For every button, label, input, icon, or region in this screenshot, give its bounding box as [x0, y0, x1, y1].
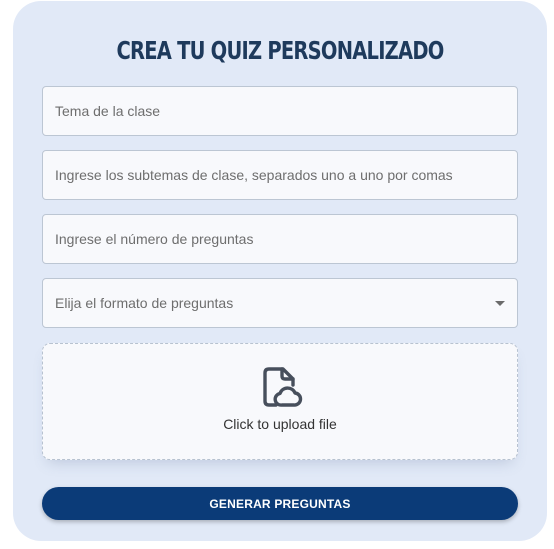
question-count-input-placeholder: Ingrese el número de preguntas — [55, 231, 254, 247]
question-format-select-placeholder: Elija el formato de preguntas — [55, 295, 234, 311]
quiz-form-card: CREA TU QUIZ PERSONALIZADO Tema de la cl… — [13, 1, 547, 541]
topic-input[interactable]: Tema de la clase — [42, 86, 518, 136]
file-upload-dropzone[interactable]: Click to upload file — [42, 343, 518, 460]
chevron-down-icon — [495, 301, 505, 306]
subtopics-input-placeholder: Ingrese los subtemas de clase, separados… — [55, 167, 453, 183]
question-count-input[interactable]: Ingrese el número de preguntas — [42, 214, 518, 264]
topic-input-placeholder: Tema de la clase — [55, 103, 161, 119]
file-cloud-upload-icon — [263, 367, 303, 407]
upload-label: Click to upload file — [223, 416, 337, 432]
question-format-select[interactable]: Elija el formato de preguntas — [42, 278, 518, 328]
form-title: CREA TU QUIZ PERSONALIZADO — [116, 36, 444, 65]
subtopics-input[interactable]: Ingrese los subtemas de clase, separados… — [42, 150, 518, 200]
generate-questions-button[interactable]: GENERAR PREGUNTAS — [42, 487, 518, 520]
